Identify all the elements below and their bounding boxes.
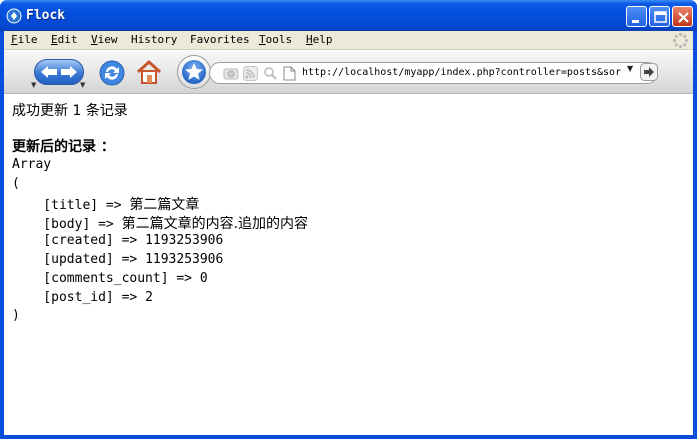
home-icon[interactable] — [135, 59, 163, 85]
back-icon[interactable] — [40, 65, 58, 79]
array-open-paren: ( — [12, 176, 20, 191]
throbber-icon — [672, 32, 689, 49]
navigation-toolbar: ▼ ▼ http://localhost/myapp/index.php?con… — [4, 51, 693, 94]
url-text[interactable]: http://localhost/myapp/index.php?control… — [302, 67, 622, 78]
window-frame-bottom — [0, 435, 697, 439]
close-button[interactable] — [672, 6, 693, 27]
back-history-dropdown[interactable]: ▼ — [31, 81, 36, 89]
array-close-paren: ) — [12, 308, 20, 323]
title-bar[interactable]: Flock — [0, 0, 697, 31]
menu-help[interactable]: Help — [306, 33, 333, 46]
photo-icon[interactable] — [223, 66, 239, 80]
record-heading: 更新后的记录 ： — [12, 139, 115, 155]
page-icon — [283, 66, 296, 81]
maximize-button[interactable] — [649, 6, 670, 27]
reload-icon[interactable] — [99, 60, 125, 86]
record-row-created: [created] => 1193253906 — [12, 233, 224, 248]
menu-view[interactable]: View — [91, 33, 118, 46]
favorites-star-icon — [185, 63, 203, 80]
menu-favorites[interactable]: Favorites — [190, 33, 250, 46]
minimize-button[interactable] — [626, 6, 647, 27]
flock-app-icon — [6, 8, 22, 24]
minimize-icon — [632, 20, 639, 23]
back-forward-group — [34, 59, 84, 85]
record-row-updated: [updated] => 1193253906 — [12, 252, 224, 267]
array-label: Array — [12, 157, 52, 172]
menu-tools[interactable]: Tools — [259, 33, 292, 46]
menu-edit[interactable]: Edit — [51, 33, 78, 46]
forward-history-dropdown[interactable]: ▼ — [80, 81, 85, 89]
search-icon[interactable] — [263, 66, 278, 81]
record-row-title: [title] => 第二篇文章 — [12, 197, 200, 213]
forward-icon[interactable] — [60, 65, 78, 79]
url-history-dropdown[interactable]: ▼ — [627, 64, 633, 73]
address-bar[interactable]: http://localhost/myapp/index.php?control… — [209, 62, 658, 84]
record-row-body: [body] => 第二篇文章的内容.追加的内容 — [12, 216, 309, 232]
maximize-icon — [654, 11, 667, 23]
rss-icon[interactable] — [243, 66, 258, 81]
update-message: 成功更新 1 条记录 — [12, 103, 128, 119]
close-icon — [678, 12, 689, 23]
go-arrow-icon[interactable] — [640, 63, 658, 81]
menu-bar: File Edit View History Favorites Tools H… — [4, 31, 693, 50]
page-content: 成功更新 1 条记录 更新后的记录 ： Array ( [title] => 第… — [12, 99, 687, 431]
record-row-post-id: [post_id] => 2 — [12, 290, 153, 305]
window-frame-right — [693, 31, 697, 439]
favorites-star-button[interactable] — [177, 55, 211, 89]
menu-history[interactable]: History — [131, 33, 177, 46]
client-area: File Edit View History Favorites Tools H… — [4, 31, 693, 435]
menu-file[interactable]: File — [11, 33, 38, 46]
window-title: Flock — [26, 8, 66, 23]
record-row-comments-count: [comments_count] => 0 — [12, 271, 208, 286]
